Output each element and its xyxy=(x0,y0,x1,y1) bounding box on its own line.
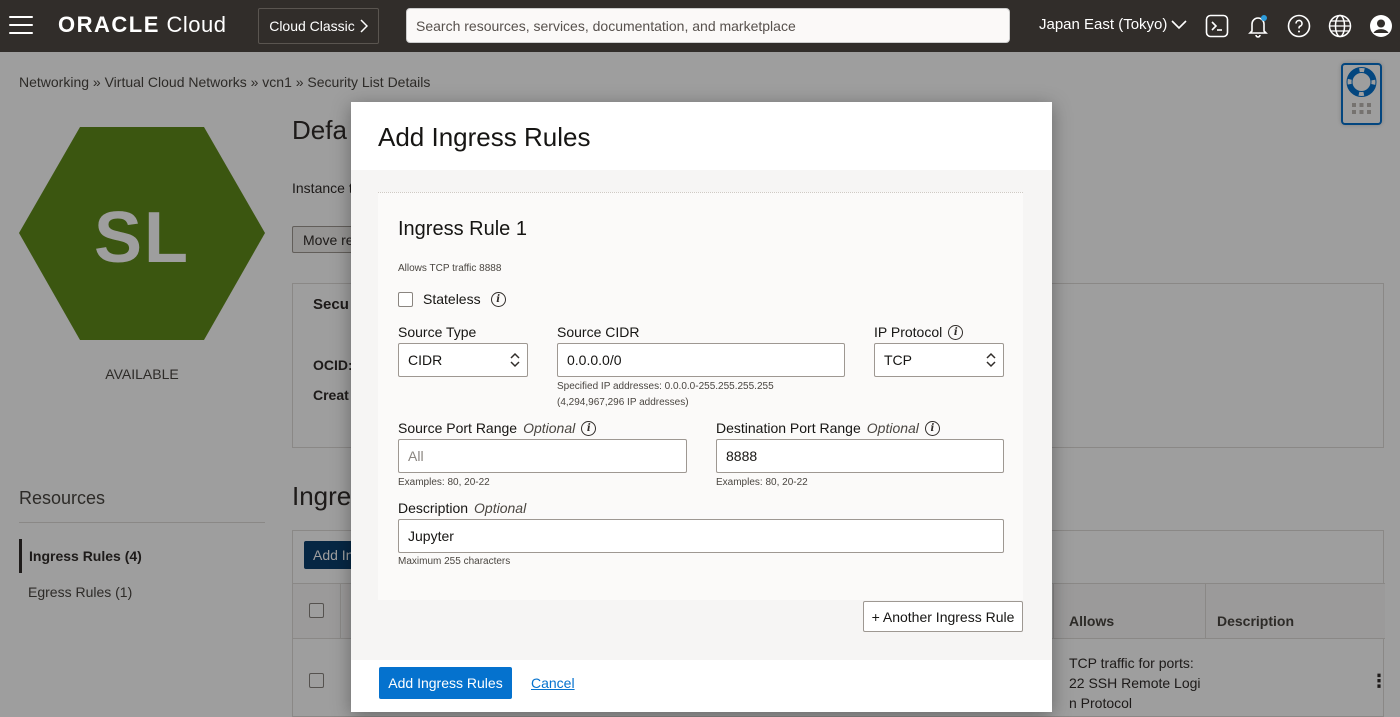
ip-protocol-label-text: IP Protocol xyxy=(874,324,943,340)
select-arrows-icon xyxy=(510,352,520,368)
source-cidr-hint: Specified IP addresses: 0.0.0.0-255.255.… xyxy=(557,379,774,411)
info-icon[interactable]: i xyxy=(948,324,964,340)
region-selector[interactable]: Japan East (Tokyo) xyxy=(1039,16,1187,33)
help-icon[interactable] xyxy=(1285,12,1313,40)
source-type-select[interactable]: CIDR xyxy=(398,343,528,377)
dialog-body[interactable]: Ingress Rule 1 Allows TCP traffic 8888 S… xyxy=(351,170,1052,660)
chevron-down-icon xyxy=(1171,19,1187,29)
chevron-right-icon xyxy=(360,19,368,33)
ip-protocol-select[interactable]: TCP xyxy=(874,343,1004,377)
description-label: Description Optional xyxy=(398,500,526,516)
info-icon[interactable]: i xyxy=(924,420,940,436)
optional-tag: Optional xyxy=(866,420,919,436)
search-input[interactable]: Search resources, services, documentatio… xyxy=(406,8,1010,43)
description-hint: Maximum 255 characters xyxy=(398,556,511,567)
select-arrows-icon xyxy=(986,352,996,368)
cancel-link[interactable]: Cancel xyxy=(531,675,575,691)
source-type-label: Source Type xyxy=(398,324,476,340)
source-type-value: CIDR xyxy=(408,352,443,368)
add-ingress-rules-dialog: Add Ingress Rules Ingress Rule 1 Allows … xyxy=(351,102,1052,712)
region-label: Japan East (Tokyo) xyxy=(1039,16,1168,33)
ip-protocol-label: IP Protocol i xyxy=(874,324,964,340)
destination-port-range-label: Destination Port Range Optional i xyxy=(716,420,940,436)
globe-icon[interactable] xyxy=(1326,12,1354,40)
source-cidr-label: Source CIDR xyxy=(557,324,639,340)
info-icon[interactable]: i xyxy=(581,420,597,436)
cloud-shell-icon[interactable] xyxy=(1203,12,1231,40)
source-port-range-input[interactable]: All xyxy=(398,439,687,473)
ip-protocol-value: TCP xyxy=(884,352,912,368)
destination-port-range-input[interactable]: 8888 xyxy=(716,439,1004,473)
optional-tag: Optional xyxy=(474,500,527,516)
destination-port-label-text: Destination Port Range xyxy=(716,420,861,436)
source-cidr-hint-range: Specified IP addresses: 0.0.0.0-255.255.… xyxy=(557,381,774,392)
source-port-hint: Examples: 80, 20-22 xyxy=(398,477,490,488)
dialog-header: Add Ingress Rules xyxy=(351,102,1052,170)
user-icon[interactable] xyxy=(1367,12,1395,40)
source-cidr-hint-count: (4,294,967,296 IP addresses) xyxy=(557,397,689,408)
oracle-cloud-logo[interactable]: ORACLE Cloud xyxy=(58,12,226,38)
description-label-text: Description xyxy=(398,500,469,516)
optional-tag: Optional xyxy=(523,420,576,436)
rule-title: Ingress Rule 1 xyxy=(398,218,527,240)
cloud-classic-label: Cloud Classic xyxy=(269,18,355,34)
destination-port-hint: Examples: 80, 20-22 xyxy=(716,477,808,488)
source-cidr-label-text: Source CIDR xyxy=(557,324,640,340)
dialog-title: Add Ingress Rules xyxy=(378,122,591,152)
add-ingress-rules-submit-button[interactable]: Add Ingress Rules xyxy=(379,667,512,699)
bell-icon[interactable] xyxy=(1244,12,1272,40)
info-icon[interactable]: i xyxy=(490,291,506,307)
cloud-classic-button[interactable]: Cloud Classic xyxy=(258,8,379,44)
source-port-range-label: Source Port Range Optional i xyxy=(398,420,597,436)
source-cidr-input[interactable]: 0.0.0.0/0 xyxy=(557,343,845,377)
dialog-footer: Add Ingress Rules Cancel xyxy=(351,660,1052,712)
stateless-option: Stateless i xyxy=(398,291,506,307)
source-port-label-text: Source Port Range xyxy=(398,420,518,436)
ingress-rule-card: Ingress Rule 1 Allows TCP traffic 8888 S… xyxy=(378,192,1023,600)
stateless-label[interactable]: Stateless xyxy=(423,291,481,307)
another-ingress-rule-button[interactable]: + Another Ingress Rule xyxy=(863,601,1023,632)
top-navigation-bar: ORACLE Cloud Cloud Classic Search resour… xyxy=(0,0,1400,52)
menu-hamburger-icon[interactable] xyxy=(8,14,34,36)
description-input[interactable]: Jupyter xyxy=(398,519,1004,553)
source-type-label-text: Source Type xyxy=(398,324,477,340)
rule-summary: Allows TCP traffic 8888 xyxy=(398,263,502,274)
stateless-checkbox[interactable] xyxy=(398,291,413,307)
